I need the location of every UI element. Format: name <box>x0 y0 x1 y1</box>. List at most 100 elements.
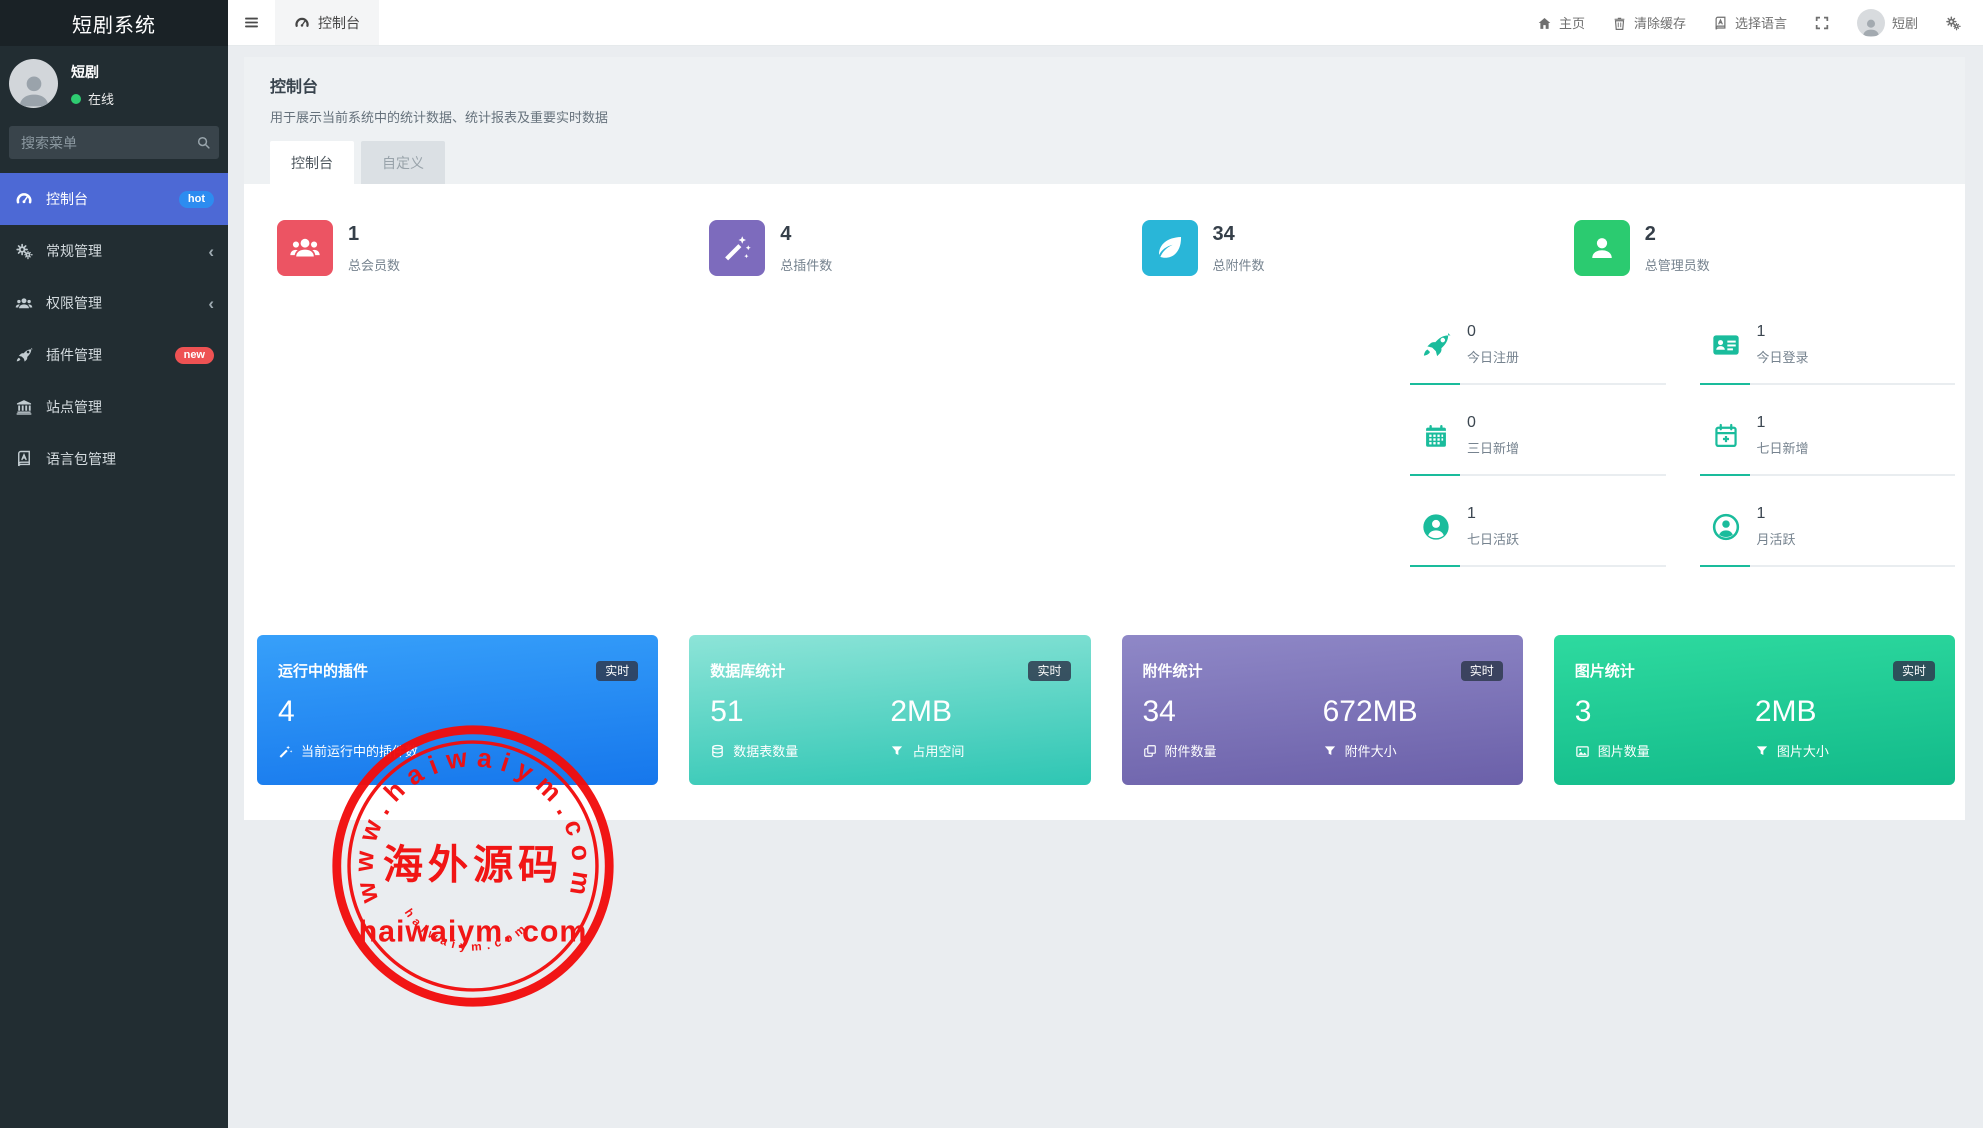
magic-wand-icon <box>278 742 293 758</box>
cogs-icon <box>15 242 33 260</box>
search-input[interactable] <box>9 126 219 159</box>
stat-value: 2 <box>1645 223 1710 246</box>
user-circle-icon <box>1420 511 1452 543</box>
topbar: 控制台 主页 清除缓存 选择语言 <box>228 0 1983 46</box>
mini-stat-underline <box>1700 565 1956 567</box>
stat-label: 总管理员数 <box>1645 255 1710 274</box>
user-menu[interactable]: 短剧 <box>1857 9 1918 37</box>
card-title: 数据库统计 <box>710 660 785 681</box>
sidebar-toggle-button[interactable] <box>228 0 275 45</box>
main-content: 控制台 用于展示当前系统中的统计数据、统计报表及重要实时数据 控制台 自定义 1… <box>228 46 1983 1128</box>
mini-stats-wrap: 0 今日注册 1 今日登录 <box>276 310 1955 583</box>
card-value-label: 附件数量 <box>1165 741 1217 760</box>
sidebar-item-general[interactable]: 常规管理 ‹ <box>0 225 228 277</box>
settings-button[interactable] <box>1945 14 1961 31</box>
clear-cache-button[interactable]: 清除缓存 <box>1612 13 1686 32</box>
mini-stat-label: 今日登录 <box>1757 347 1809 366</box>
sidebar-item-dashboard[interactable]: 控制台 hot <box>0 173 228 225</box>
hamburger-icon <box>243 14 260 32</box>
rocket-icon <box>15 346 33 364</box>
gears-icon <box>1945 14 1961 31</box>
panel-heading: 控制台 用于展示当前系统中的统计数据、统计报表及重要实时数据 控制台 自定义 <box>244 57 1965 184</box>
card-value-label: 数据表数量 <box>733 741 798 760</box>
mini-stat-value: 1 <box>1757 505 1796 523</box>
mini-stat-7day-active: 1 七日活跃 <box>1410 492 1666 583</box>
sidebar-item-label: 站点管理 <box>46 397 102 417</box>
sidebar-item-label: 常规管理 <box>46 241 102 261</box>
bank-icon <box>15 398 33 416</box>
home-icon <box>1537 14 1552 30</box>
database-icon <box>710 742 725 758</box>
mini-stat-underline <box>1700 474 1956 476</box>
sidebar-item-label: 插件管理 <box>46 345 102 365</box>
mini-stat-label: 今日注册 <box>1467 347 1519 366</box>
mini-stat-today-login: 1 今日登录 <box>1700 310 1956 401</box>
expand-icon <box>1814 14 1830 31</box>
card-value: 34 <box>1143 695 1323 729</box>
card-value: 3 <box>1575 695 1755 729</box>
panel-body: 1 总会员数 4 总插件数 <box>244 184 1965 820</box>
leaf-icon <box>1142 220 1198 276</box>
app-logo: 短剧系统 <box>0 0 228 46</box>
language-icon <box>15 450 33 468</box>
stat-label: 总附件数 <box>1213 255 1265 274</box>
user-name: 短剧 <box>71 62 114 82</box>
calendar-icon <box>1420 422 1452 450</box>
funnel-icon <box>1755 743 1769 759</box>
mini-stat-value: 1 <box>1757 414 1809 432</box>
realtime-badge: 实时 <box>1461 661 1503 681</box>
new-badge: new <box>175 347 214 364</box>
rocket-icon <box>1420 330 1452 360</box>
card-running-addons: 运行中的插件 实时 4 当前运行中的插件数 <box>257 635 658 785</box>
sidebar-search <box>9 126 219 159</box>
sidebar-item-auth[interactable]: 权限管理 ‹ <box>0 277 228 329</box>
mini-stat-value: 0 <box>1467 323 1519 341</box>
home-link[interactable]: 主页 <box>1537 13 1585 32</box>
search-icon[interactable] <box>196 134 211 152</box>
sidebar: 短剧系统 短剧 在线 控制台 hot <box>0 0 228 1128</box>
tab-dashboard[interactable]: 控制台 <box>275 0 379 45</box>
realtime-badge: 实时 <box>596 661 638 681</box>
card-database-stats: 数据库统计 实时 51 2MB 数据表数量 <box>689 635 1090 785</box>
sidebar-item-site[interactable]: 站点管理 <box>0 381 228 433</box>
page-title: 控制台 <box>270 73 1939 97</box>
card-value: 51 <box>710 695 890 729</box>
realtime-badge: 实时 <box>1893 661 1935 681</box>
sidebar-item-language[interactable]: 语言包管理 <box>0 433 228 485</box>
sidebar-menu: 控制台 hot 常规管理 ‹ 权限管理 ‹ 插件管理 new <box>0 173 228 485</box>
dashboard-panel: 控制台 用于展示当前系统中的统计数据、统计报表及重要实时数据 控制台 自定义 1… <box>244 57 1965 820</box>
trash-icon <box>1612 14 1627 30</box>
tab-console[interactable]: 控制台 <box>270 141 354 184</box>
user-icon <box>14 68 54 108</box>
sidebar-item-label: 控制台 <box>46 189 88 209</box>
magic-wand-icon <box>709 220 765 276</box>
mini-stat-label: 三日新增 <box>1467 438 1519 457</box>
stat-value: 1 <box>348 223 400 246</box>
calendar-plus-icon <box>1710 422 1742 450</box>
card-value2: 2MB <box>890 695 1070 729</box>
online-dot-icon <box>71 94 81 104</box>
chevron-left-icon: ‹ <box>208 243 214 260</box>
sidebar-item-label: 权限管理 <box>46 293 102 313</box>
user-avatar[interactable] <box>9 59 58 108</box>
stat-total-attachments: 34 总附件数 <box>1122 220 1523 276</box>
tab-custom[interactable]: 自定义 <box>361 141 445 184</box>
card-value2-label: 占用空间 <box>912 741 964 760</box>
user-status-label: 在线 <box>88 89 114 108</box>
card-value-label: 图片数量 <box>1598 741 1650 760</box>
chevron-left-icon: ‹ <box>208 295 214 312</box>
fullscreen-button[interactable] <box>1814 14 1830 31</box>
mini-stat-underline <box>1410 474 1666 476</box>
mini-stat-underline <box>1410 383 1666 385</box>
mini-stat-month-active: 1 月活跃 <box>1700 492 1956 583</box>
user-status: 在线 <box>71 89 114 108</box>
card-attachment-stats: 附件统计 实时 34 672MB 附件数量 <box>1122 635 1523 785</box>
mini-stat-today-registered: 0 今日注册 <box>1410 310 1666 401</box>
sidebar-item-addon[interactable]: 插件管理 new <box>0 329 228 381</box>
choose-language-button[interactable]: 选择语言 <box>1713 13 1787 32</box>
funnel-icon <box>1323 743 1337 759</box>
mini-stat-value: 0 <box>1467 414 1519 432</box>
sidebar-item-label: 语言包管理 <box>46 449 116 469</box>
mini-stat-underline <box>1410 565 1666 567</box>
image-icon <box>1575 742 1590 758</box>
